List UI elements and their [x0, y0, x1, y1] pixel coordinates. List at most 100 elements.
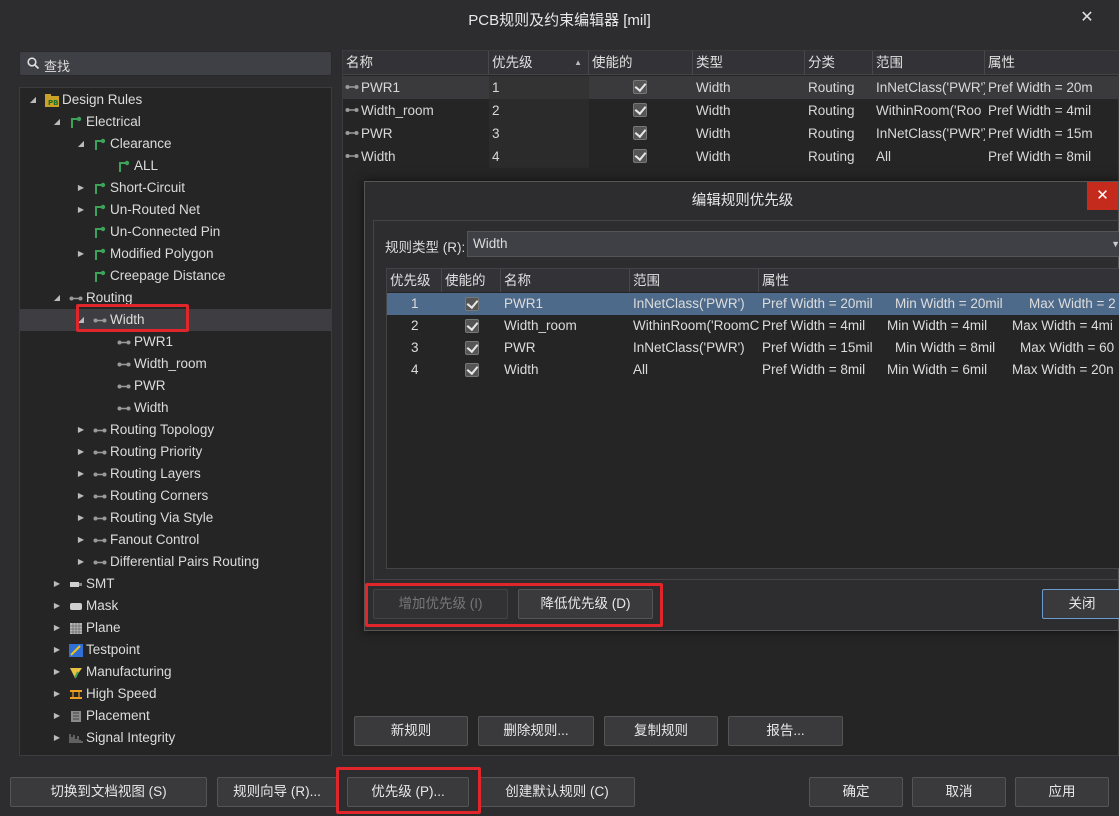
cell-priority[interactable]: 1: [489, 76, 589, 99]
enabled-checkbox[interactable]: [465, 363, 479, 377]
priority-row[interactable]: 3 PWR InNetClass('PWR') Pref Width = 15m…: [387, 337, 1119, 359]
table-row[interactable]: Width_room 2 Width Routing WithinRoom('R…: [343, 99, 1119, 122]
collapse-icon[interactable]: ◢: [76, 133, 86, 155]
enabled-checkbox[interactable]: [633, 80, 647, 94]
enabled-checkbox[interactable]: [633, 149, 647, 163]
expand-icon[interactable]: ▶: [76, 243, 86, 265]
expand-icon[interactable]: ▶: [52, 639, 62, 661]
col-header-attributes[interactable]: 属性: [985, 51, 1119, 75]
col-header-enabled[interactable]: 使能的: [442, 269, 501, 292]
window-close-icon[interactable]: ✕: [1077, 8, 1097, 28]
cancel-button[interactable]: 取消: [912, 777, 1006, 807]
cell-priority[interactable]: 2: [489, 99, 589, 122]
expand-icon[interactable]: ▶: [52, 573, 62, 595]
tree-node-fanout-control[interactable]: ▶ Fanout Control: [20, 529, 331, 551]
col-header-enabled[interactable]: 使能的: [589, 51, 693, 75]
expand-icon[interactable]: ▶: [52, 661, 62, 683]
col-header-category[interactable]: 分类: [805, 51, 873, 75]
expand-icon[interactable]: ▶: [76, 463, 86, 485]
col-header-name[interactable]: 名称: [501, 269, 630, 292]
col-header-priority[interactable]: 优先级 ▲: [489, 51, 589, 75]
delete-rule-button[interactable]: 删除规则...: [478, 716, 594, 746]
collapse-icon[interactable]: ◢: [52, 111, 62, 133]
collapse-icon[interactable]: ◢: [28, 89, 38, 111]
tree-node-routing-layers[interactable]: ▶ Routing Layers: [20, 463, 331, 485]
table-row[interactable]: PWR1 1 Width Routing InNetClass('PWR') P…: [343, 76, 1119, 99]
table-row[interactable]: Width 4 Width Routing All Pref Width = 8…: [343, 145, 1119, 168]
expand-icon[interactable]: ▶: [76, 529, 86, 551]
cell-priority[interactable]: 3: [489, 122, 589, 145]
tree-node-width-child[interactable]: PWR1: [20, 331, 331, 353]
tree-node-width-child[interactable]: Width: [20, 397, 331, 419]
col-header-priority[interactable]: 优先级: [387, 269, 442, 292]
cell-enabled[interactable]: [589, 145, 693, 168]
tree-node-manufacturing[interactable]: ▶ Manufacturing: [20, 661, 331, 683]
col-header-scope[interactable]: 范围: [873, 51, 985, 75]
tree-node-creepage-distance[interactable]: Creepage Distance: [20, 265, 331, 287]
tree-node-routing-topology[interactable]: ▶ Routing Topology: [20, 419, 331, 441]
table-row[interactable]: PWR 3 Width Routing InNetClass('PWR') Pr…: [343, 122, 1119, 145]
tree-node-routing-corners[interactable]: ▶ Routing Corners: [20, 485, 331, 507]
ok-button[interactable]: 确定: [809, 777, 903, 807]
rule-wizard-button[interactable]: 规则向导 (R)...: [217, 777, 337, 807]
expand-icon[interactable]: ▶: [52, 727, 62, 749]
copy-rule-button[interactable]: 复制规则: [604, 716, 718, 746]
enabled-checkbox[interactable]: [465, 319, 479, 333]
col-header-name[interactable]: 名称: [343, 51, 489, 75]
expand-icon[interactable]: ▶: [76, 485, 86, 507]
tree-node-all[interactable]: ALL: [20, 155, 331, 177]
priority-row[interactable]: 2 Width_room WithinRoom('RoomC Pref Widt…: [387, 315, 1119, 337]
switch-document-view-button[interactable]: 切换到文档视图 (S): [10, 777, 207, 807]
enabled-checkbox[interactable]: [465, 341, 479, 355]
expand-icon[interactable]: ▶: [52, 705, 62, 727]
expand-icon[interactable]: ▶: [76, 199, 86, 221]
close-button[interactable]: 关闭: [1042, 589, 1119, 619]
enabled-checkbox[interactable]: [633, 126, 647, 140]
tree-node-testpoint[interactable]: ▶ Testpoint: [20, 639, 331, 661]
expand-icon[interactable]: ▶: [76, 441, 86, 463]
expand-icon[interactable]: ▶: [52, 617, 62, 639]
priority-row[interactable]: 4 Width All Pref Width = 8mil Min Width …: [387, 359, 1119, 381]
tree-node-smt[interactable]: ▶ SMT: [20, 573, 331, 595]
col-header-type[interactable]: 类型: [693, 51, 805, 75]
new-rule-button[interactable]: 新规则: [354, 716, 468, 746]
tree-node-design-rules[interactable]: ◢ PB Design Rules: [20, 89, 331, 111]
create-default-rules-button[interactable]: 创建默认规则 (C): [479, 777, 635, 807]
dialog-close-icon[interactable]: ✕: [1087, 182, 1118, 210]
rule-type-select[interactable]: Width ▼: [467, 231, 1119, 257]
rules-tree[interactable]: ◢ PB Design Rules ◢ Electrical ◢ Clearan…: [19, 87, 332, 756]
enabled-checkbox[interactable]: [465, 297, 479, 311]
cell-priority[interactable]: 4: [489, 145, 589, 168]
search-input[interactable]: 查找: [19, 51, 332, 76]
tree-node-differential-pairs[interactable]: ▶ Differential Pairs Routing: [20, 551, 331, 573]
tree-node-unrouted-net[interactable]: ▶ Un-Routed Net: [20, 199, 331, 221]
cell-enabled[interactable]: [589, 99, 693, 122]
tree-node-placement[interactable]: ▶ Placement: [20, 705, 331, 727]
tree-node-routing-via-style[interactable]: ▶ Routing Via Style: [20, 507, 331, 529]
expand-icon[interactable]: ▶: [76, 419, 86, 441]
tree-node-signal-integrity[interactable]: ▶ Signal Integrity: [20, 727, 331, 749]
tree-node-width-child[interactable]: Width_room: [20, 353, 331, 375]
expand-icon[interactable]: ▶: [76, 177, 86, 199]
tree-node-modified-polygon[interactable]: ▶ Modified Polygon: [20, 243, 331, 265]
tree-node-unconnected-pin[interactable]: Un-Connected Pin: [20, 221, 331, 243]
cell-enabled[interactable]: [589, 122, 693, 145]
tree-node-electrical[interactable]: ◢ Electrical: [20, 111, 331, 133]
tree-node-clearance[interactable]: ◢ Clearance: [20, 133, 331, 155]
expand-icon[interactable]: ▶: [76, 551, 86, 573]
expand-icon[interactable]: ▶: [76, 507, 86, 529]
expand-icon[interactable]: ▶: [52, 683, 62, 705]
expand-icon[interactable]: ▶: [52, 595, 62, 617]
collapse-icon[interactable]: ◢: [52, 287, 62, 309]
tree-node-plane[interactable]: ▶ Plane: [20, 617, 331, 639]
tree-node-short-circuit[interactable]: ▶ Short-Circuit: [20, 177, 331, 199]
priority-grid[interactable]: 优先级 使能的 名称 范围 属性 1 PWR1 InNetClass('PWR'…: [386, 268, 1119, 569]
tree-node-width-child[interactable]: PWR: [20, 375, 331, 397]
apply-button[interactable]: 应用: [1015, 777, 1109, 807]
col-header-attributes[interactable]: 属性: [759, 269, 1119, 292]
priority-row[interactable]: 1 PWR1 InNetClass('PWR') Pref Width = 20…: [387, 293, 1119, 315]
report-button[interactable]: 报告...: [728, 716, 843, 746]
col-header-scope[interactable]: 范围: [630, 269, 759, 292]
tree-node-high-speed[interactable]: ▶ High Speed: [20, 683, 331, 705]
tree-node-routing-priority[interactable]: ▶ Routing Priority: [20, 441, 331, 463]
